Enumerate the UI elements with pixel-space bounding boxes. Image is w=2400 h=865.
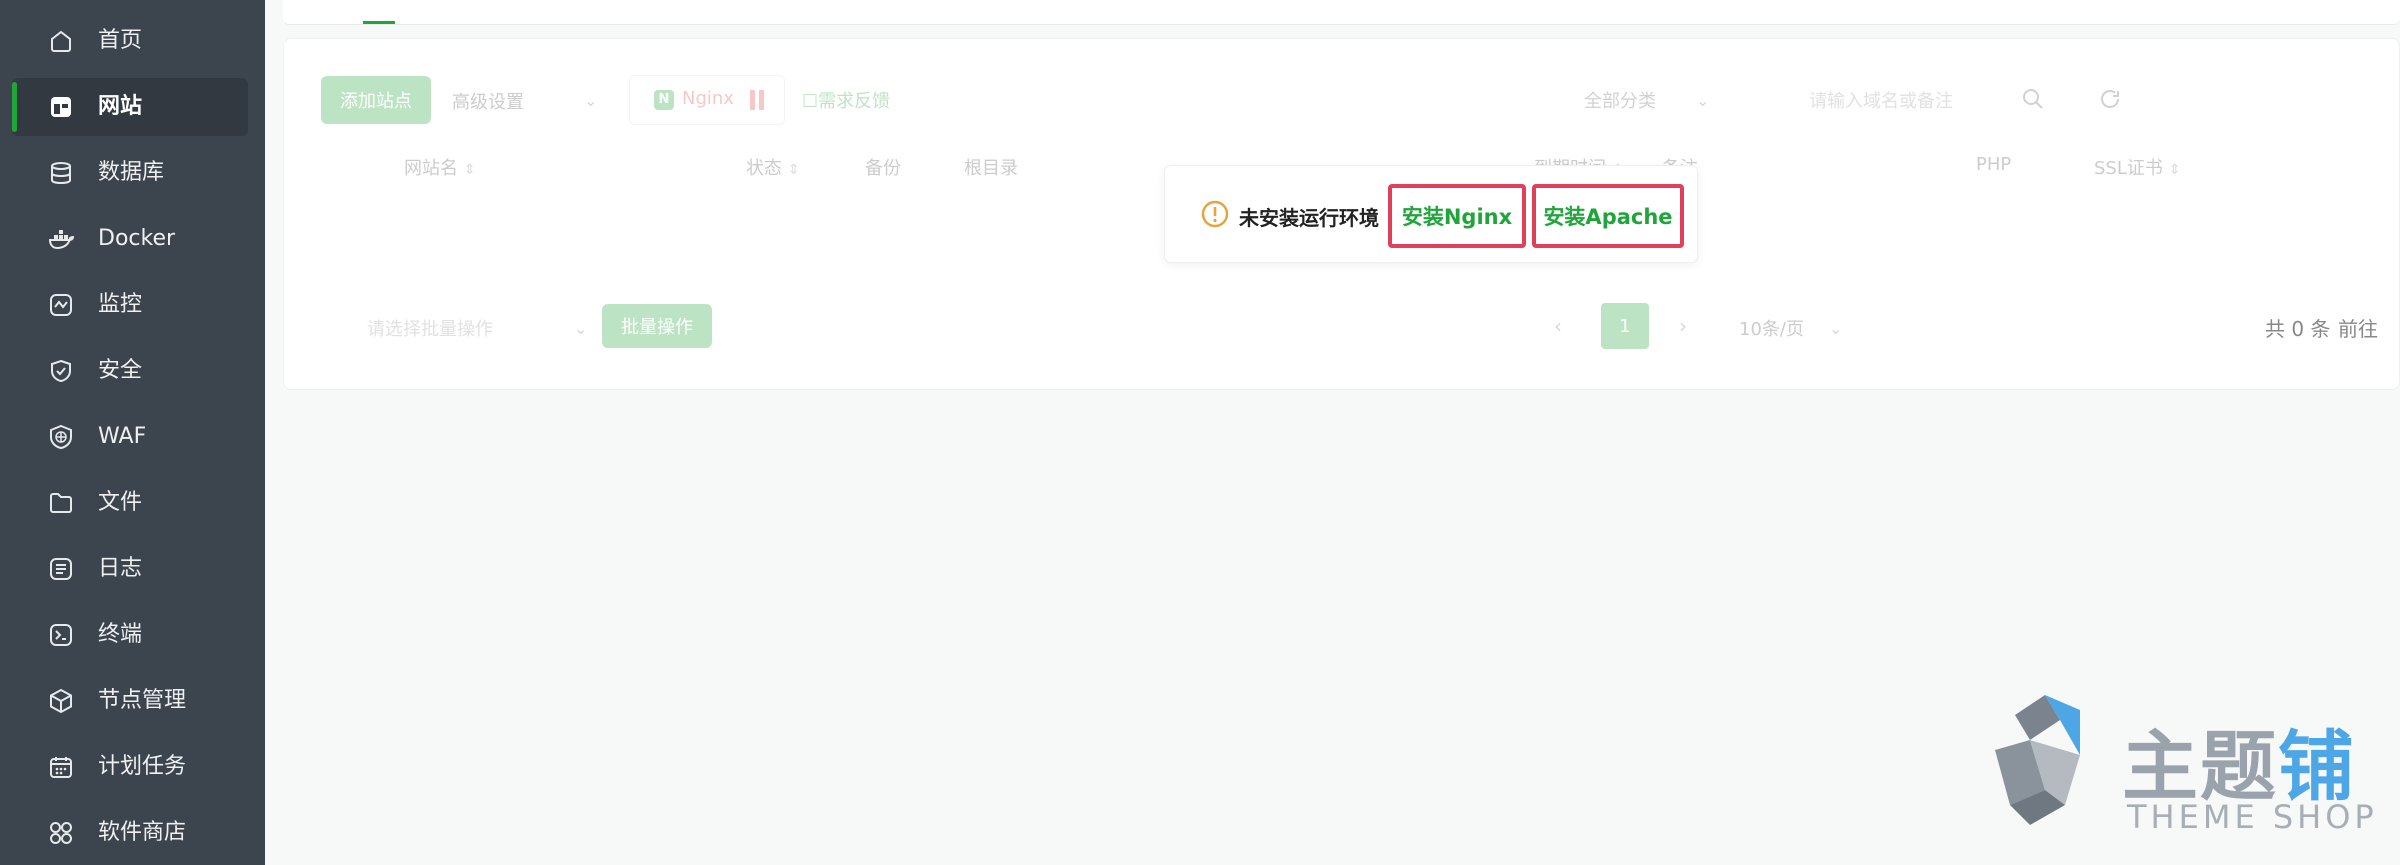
advanced-settings-dropdown[interactable]: 高级设置 (452, 88, 524, 114)
nginx-label: Nginx (682, 88, 734, 109)
category-select[interactable]: 全部分类 (1584, 87, 1656, 113)
add-site-button[interactable]: 添加站点 (321, 76, 431, 124)
env-not-installed-message: 未安装运行环境 (1239, 206, 1379, 230)
sidebar-item-label: 文件 (98, 490, 143, 515)
terminal-icon (48, 622, 74, 648)
col-header-status[interactable]: 状态 ⇕ (746, 154, 800, 180)
col-header-root: 根目录 (964, 158, 1018, 179)
pause-icon (748, 90, 766, 110)
sidebar-item-label: 监控 (98, 292, 143, 317)
theme-shop-watermark: 主题铺 THEME SHOP (1985, 690, 2385, 840)
sidebar-item-label: 首页 (98, 28, 143, 53)
sidebar-item-label: 节点管理 (98, 688, 187, 713)
tab-bar (283, 0, 2400, 25)
monitor-icon (48, 292, 74, 318)
waf-icon (48, 424, 74, 450)
next-page-icon[interactable]: › (1679, 314, 1687, 338)
shield-icon (48, 358, 74, 384)
sidebar-item-waf[interactable]: WAF (12, 408, 248, 466)
prev-page-icon[interactable]: ‹ (1554, 314, 1562, 338)
sidebar-item-docker[interactable]: Docker (12, 210, 248, 268)
sort-icon: ⇕ (2168, 162, 2181, 178)
batch-select[interactable]: 请选择批量操作 (367, 315, 493, 341)
install-apache-button[interactable]: 安装Apache (1532, 184, 1684, 248)
warning-icon (1201, 200, 1229, 228)
chevron-down-icon: ⌄ (584, 91, 598, 110)
goto-page-label: 前往 (2338, 317, 2378, 341)
docker-icon (48, 226, 75, 252)
sidebar-item-label: WAF (98, 424, 147, 449)
feedback-icon: ☐ (802, 91, 819, 112)
sidebar-item-website[interactable]: 网站 (12, 78, 248, 136)
sidebar-item-security[interactable]: 安全 (12, 342, 248, 400)
watermark-text-en: THEME SHOP (2127, 798, 2378, 836)
feedback-link[interactable]: ☐需求反馈 (802, 87, 890, 113)
database-icon (48, 160, 74, 186)
page-size-select[interactable]: 10条/页 (1739, 315, 1804, 341)
home-icon (48, 28, 74, 54)
sort-icon: ⇕ (464, 162, 476, 178)
env-not-installed-popup: 未安装运行环境 安装Nginx 安装Apache (1164, 165, 1698, 263)
active-tab-indicator (363, 21, 395, 24)
site-list-card: 添加站点 高级设置 ⌄ N Nginx ☐需求反馈 全部分类 ⌄ 请输入域名或备… (283, 38, 2400, 390)
node-icon (48, 688, 74, 714)
current-page-button[interactable]: 1 (1601, 303, 1649, 349)
sidebar-item-label: 终端 (98, 622, 143, 647)
col-header-php: PHP (1976, 154, 2012, 175)
log-icon (48, 556, 74, 582)
chevron-down-icon: ⌄ (1696, 91, 1710, 110)
sidebar-item-nodes[interactable]: 节点管理 (12, 672, 248, 730)
store-icon (48, 820, 74, 846)
website-icon (48, 94, 74, 120)
sidebar-item-cron[interactable]: 计划任务 (12, 738, 248, 796)
batch-operation-button[interactable]: 批量操作 (602, 304, 712, 348)
sidebar-item-monitor[interactable]: 监控 (12, 276, 248, 334)
chevron-down-icon: ⌄ (574, 319, 588, 338)
search-icon[interactable] (2021, 87, 2045, 111)
sidebar-item-logs[interactable]: 日志 (12, 540, 248, 598)
sidebar-item-terminal[interactable]: 终端 (12, 606, 248, 664)
sidebar-item-label: Docker (98, 226, 176, 251)
nginx-status-button[interactable]: N Nginx (629, 75, 785, 125)
chevron-down-icon: ⌄ (1829, 319, 1843, 338)
feedback-label: 需求反馈 (818, 91, 891, 112)
sidebar-item-label: 日志 (98, 556, 143, 581)
calendar-icon (48, 754, 74, 780)
install-nginx-button[interactable]: 安装Nginx (1388, 184, 1526, 248)
nginx-icon: N (654, 90, 674, 110)
theme-shop-logo (1995, 695, 2080, 825)
sidebar-item-label: 计划任务 (98, 754, 187, 779)
refresh-icon[interactable] (2098, 87, 2122, 111)
col-header-ssl[interactable]: SSL证书 ⇕ (2094, 154, 2181, 180)
search-input[interactable]: 请输入域名或备注 (1809, 87, 1953, 113)
folder-icon (48, 490, 74, 516)
sidebar-item-label: 数据库 (98, 160, 165, 185)
sidebar-item-store[interactable]: 软件商店 (12, 804, 248, 862)
col-header-backup: 备份 (865, 158, 901, 179)
col-header-site-name[interactable]: 网站名 ⇕ (404, 154, 476, 180)
total-count: 共 0 条 (2265, 317, 2331, 341)
sidebar-item-database[interactable]: 数据库 (12, 144, 248, 202)
sidebar: 首页 网站 数据库 Docker 监控 安全 WAF 文件 日志 终端 节点管理… (0, 0, 265, 865)
sidebar-item-label: 软件商店 (98, 820, 187, 845)
sidebar-item-label: 安全 (98, 358, 143, 383)
sidebar-item-label: 网站 (98, 94, 143, 119)
sort-icon: ⇕ (788, 162, 800, 178)
sidebar-item-files[interactable]: 文件 (12, 474, 248, 532)
sidebar-item-home[interactable]: 首页 (12, 12, 248, 70)
